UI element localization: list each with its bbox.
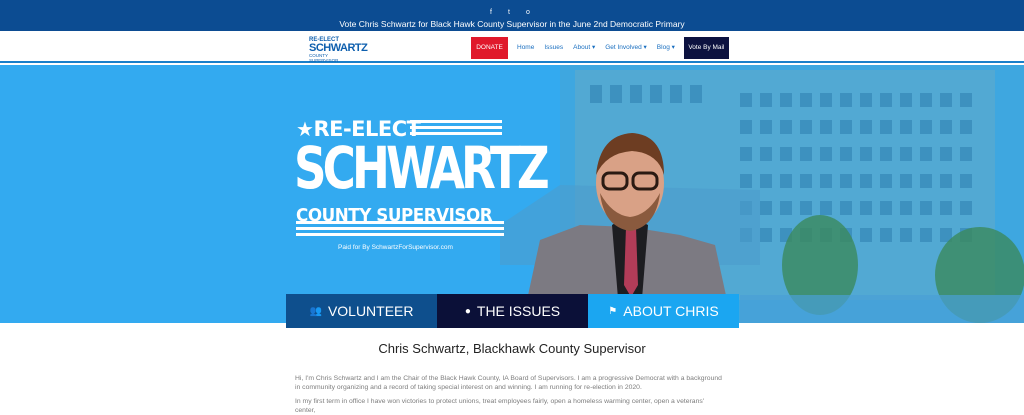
instagram-icon[interactable]: o xyxy=(526,9,534,16)
volunteer-button[interactable]: 👥 VOLUNTEER xyxy=(286,294,437,328)
nav-menu: DONATE Home Issues About ▾ Get Involved … xyxy=(471,37,729,59)
nav-item-about[interactable]: About ▾ xyxy=(568,37,600,59)
main-navbar: RE-ELECT SCHWARTZ COUNTY SUPERVISOR DONA… xyxy=(0,31,1024,63)
intro-paragraph: Hi, I'm Chris Schwartz and I am the Chai… xyxy=(295,375,722,391)
announcement-text: Vote Chris Schwartz for Black Hawk Count… xyxy=(339,19,685,29)
announcement-bar: f t o Vote Chris Schwartz for Black Hawk… xyxy=(0,0,1024,31)
users-icon: 👥 xyxy=(309,305,322,317)
site-logo[interactable]: RE-ELECT SCHWARTZ COUNTY SUPERVISOR xyxy=(309,37,368,63)
logo-line-3: COUNTY SUPERVISOR xyxy=(309,53,339,63)
flag-icon: ⚑ xyxy=(608,305,618,317)
nav-item-blog[interactable]: Blog ▾ xyxy=(652,37,680,59)
about-chris-button[interactable]: ⚑ ABOUT CHRIS xyxy=(588,294,739,328)
issues-label: THE ISSUES xyxy=(476,303,561,319)
chevron-down-icon: ▾ xyxy=(671,44,675,51)
facebook-icon[interactable]: f xyxy=(490,9,498,16)
nav-item-blog-label: Blog xyxy=(656,44,670,51)
nav-item-get-involved-label: Get Involved xyxy=(605,44,642,51)
about-chris-label: ABOUT CHRIS xyxy=(623,303,719,319)
globe-icon: ● xyxy=(464,305,471,317)
volunteer-label: VOLUNTEER xyxy=(327,303,414,319)
record-paragraph: In my first term in office I have won vi… xyxy=(295,398,705,414)
nav-item-issues[interactable]: Issues xyxy=(539,37,568,59)
nav-item-get-involved[interactable]: Get Involved ▾ xyxy=(600,37,652,59)
twitter-icon[interactable]: t xyxy=(508,9,516,16)
chevron-down-icon: ▾ xyxy=(591,44,596,51)
donate-button[interactable]: DONATE xyxy=(471,37,508,59)
social-links: f t o xyxy=(0,9,1024,16)
nav-item-about-label: About xyxy=(573,44,591,51)
chevron-down-icon: ▾ xyxy=(643,44,647,51)
issues-button[interactable]: ● THE ISSUES xyxy=(437,294,588,328)
page-title: Chris Schwartz, Blackhawk County Supervi… xyxy=(378,341,646,356)
hero-banner: ★RE-ELECT SCHWARTZ COUNTY SUPERVISOR Pai… xyxy=(0,65,1024,323)
vote-by-mail-button[interactable]: Vote By Mail xyxy=(683,37,729,59)
paid-for-disclaimer: Paid for By SchwartzForSupervisor.com xyxy=(338,244,453,251)
hero-candidate-name: SCHWARTZ xyxy=(294,134,550,202)
nav-item-home[interactable]: Home xyxy=(512,37,539,59)
hero-office: COUNTY SUPERVISOR xyxy=(296,205,493,226)
